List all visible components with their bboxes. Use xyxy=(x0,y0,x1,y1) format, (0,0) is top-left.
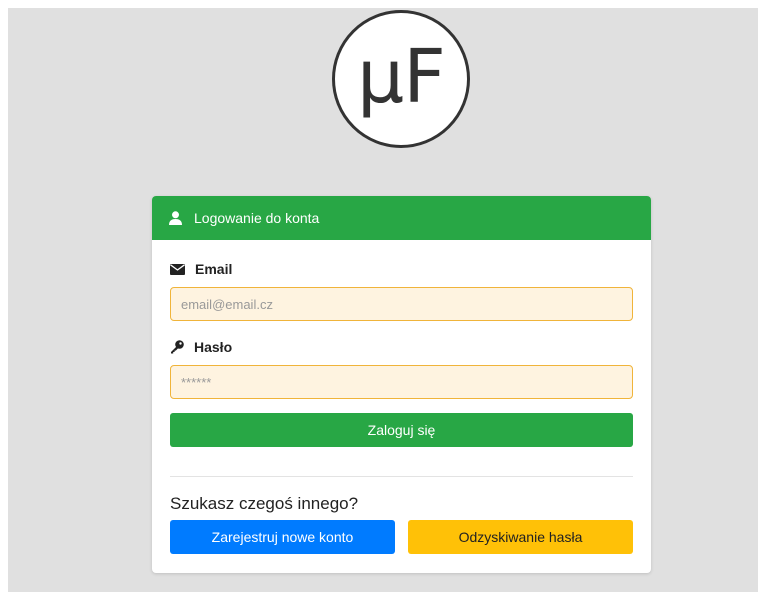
user-icon xyxy=(169,211,182,225)
key-icon xyxy=(171,340,184,354)
login-button[interactable]: Zaloguj się xyxy=(170,413,633,447)
email-label: Email xyxy=(195,261,233,277)
logo-text: μF xyxy=(357,34,446,120)
card-header: Logowanie do konta xyxy=(152,196,651,240)
app-logo: μF xyxy=(332,10,470,148)
login-card: Logowanie do konta Email Hasło Zaloguj s… xyxy=(152,196,651,573)
email-label-row: Email xyxy=(170,261,232,277)
password-label: Hasło xyxy=(194,339,233,355)
envelope-icon xyxy=(170,263,185,275)
email-input[interactable] xyxy=(170,287,633,321)
divider xyxy=(170,476,633,477)
recover-password-button[interactable]: Odzyskiwanie hasła xyxy=(408,520,633,554)
password-input[interactable] xyxy=(170,365,633,399)
password-label-row: Hasło xyxy=(170,339,232,355)
alternative-question: Szukasz czegoś innego? xyxy=(170,494,359,513)
card-title: Logowanie do konta xyxy=(194,210,320,226)
register-button[interactable]: Zarejestruj nowe konto xyxy=(170,520,395,554)
